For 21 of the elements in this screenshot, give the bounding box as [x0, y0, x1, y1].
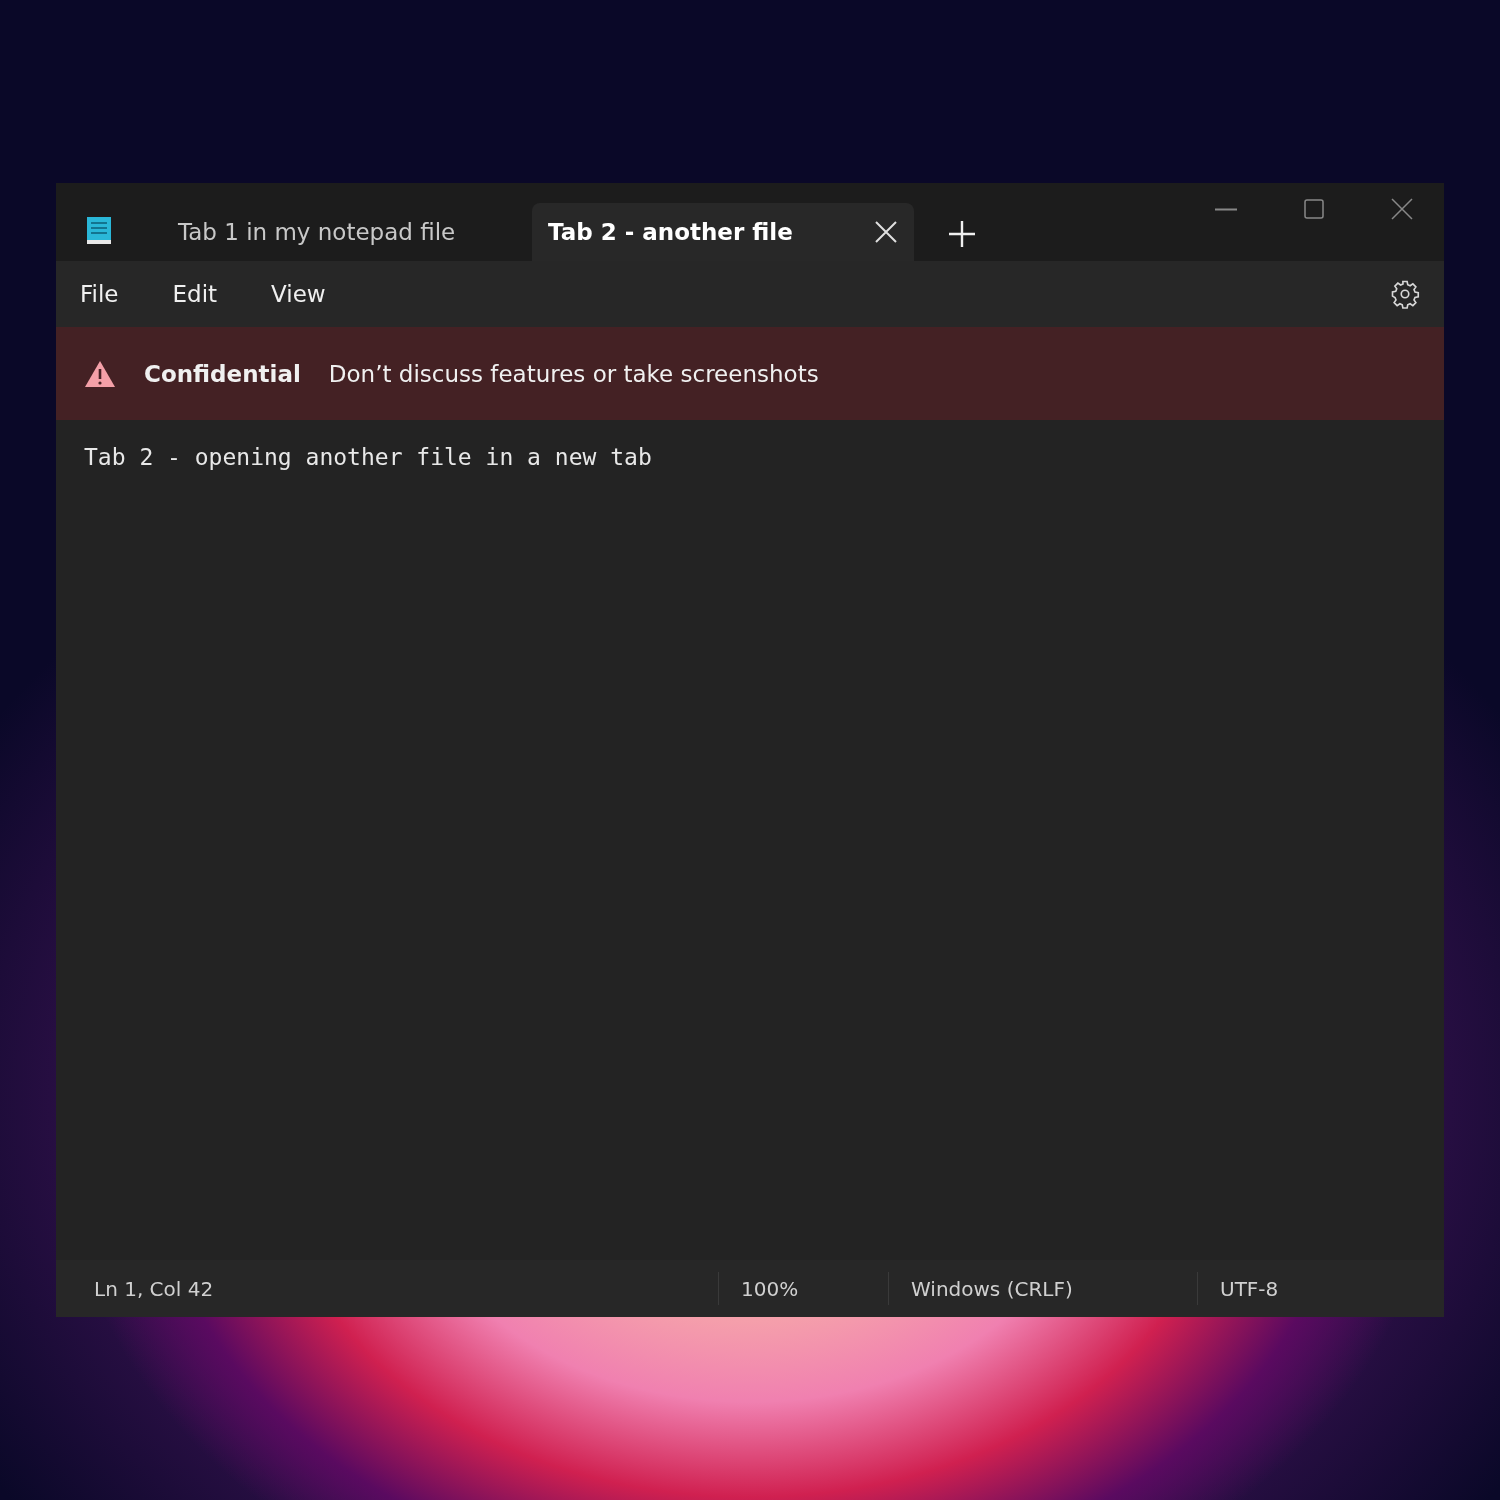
status-text: UTF-8 [1220, 1276, 1279, 1301]
close-tab-icon[interactable] [874, 220, 898, 244]
maximize-button[interactable] [1302, 197, 1326, 221]
menu-item[interactable]: View [259, 275, 338, 313]
editor-text: Tab 2 - opening another file in a new tab [84, 444, 652, 470]
banner-message: Don’t discuss features or take screenshots [328, 360, 819, 387]
status-text: 100% [741, 1276, 799, 1301]
menu-item[interactable]: Edit [160, 275, 230, 313]
banner-title: Confidential [144, 360, 301, 387]
status-text: Windows (CRLF) [911, 1276, 1073, 1301]
warning-icon [84, 359, 116, 388]
close-button[interactable] [1390, 197, 1414, 221]
notepad-icon [86, 215, 112, 245]
status-text: Ln 1, Col 42 [94, 1276, 214, 1301]
settings-button[interactable] [1390, 279, 1420, 309]
new-tab-button[interactable] [948, 220, 976, 248]
menu-item[interactable]: File [68, 275, 131, 313]
tab[interactable]: Tab 2 - another file [532, 203, 914, 261]
tab[interactable]: Tab 1 in my notepad file [162, 203, 532, 261]
minimize-button[interactable] [1214, 208, 1238, 211]
text-editor[interactable]: Tab 2 - opening another file in a new tab [56, 420, 1444, 1260]
